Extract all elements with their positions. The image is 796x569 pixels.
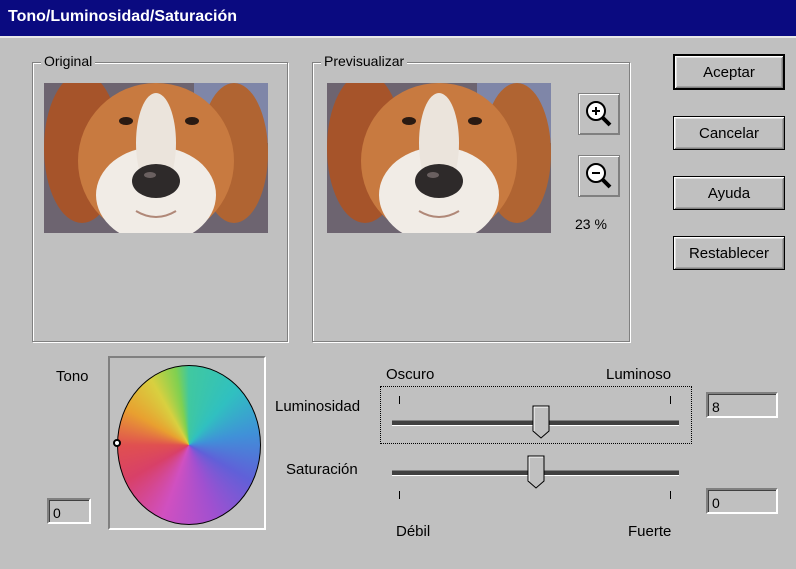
saturation-slider-thumb[interactable] [527,455,545,489]
saturation-min-label: Débil [396,523,431,540]
lightness-value-field[interactable]: 8 [706,392,778,418]
help-button[interactable]: Ayuda [673,176,785,210]
saturation-value-field[interactable]: 0 [706,488,778,514]
zoom-in-button[interactable] [578,93,620,135]
zoom-out-icon [586,163,612,189]
saturation-label: Saturación [286,461,358,478]
cancel-button[interactable]: Cancelar [673,116,785,150]
zoom-out-button[interactable] [578,155,620,197]
lightness-slider-thumb[interactable] [532,405,550,439]
lightness-min-label: Oscuro [386,366,435,383]
lightness-max-label: Luminoso [606,366,672,383]
reset-button[interactable]: Restablecer [673,236,785,270]
original-image [44,83,268,233]
title-bar[interactable]: Tono/Luminosidad/Saturación [0,0,796,38]
original-label: Original [41,53,96,69]
saturation-tick-max [670,491,671,499]
saturation-max-label: Fuerte [628,523,672,540]
accept-button[interactable]: Aceptar [673,54,785,90]
lightness-tick-min [399,396,400,404]
hue-wheel-marker[interactable] [113,439,121,447]
zoom-level: 23 % [575,216,607,232]
lightness-tick-max [670,396,671,404]
hue-value-field[interactable]: 0 [47,498,91,524]
preview-image [327,83,551,233]
zoom-in-icon [586,101,612,127]
hue-label: Tono [56,368,89,385]
lightness-label: Luminosidad [275,398,361,415]
saturation-tick-min [399,491,400,499]
preview-label: Previsualizar [321,53,408,69]
hue-wheel[interactable] [117,365,261,525]
window-title: Tono/Luminosidad/Saturación [8,8,238,25]
